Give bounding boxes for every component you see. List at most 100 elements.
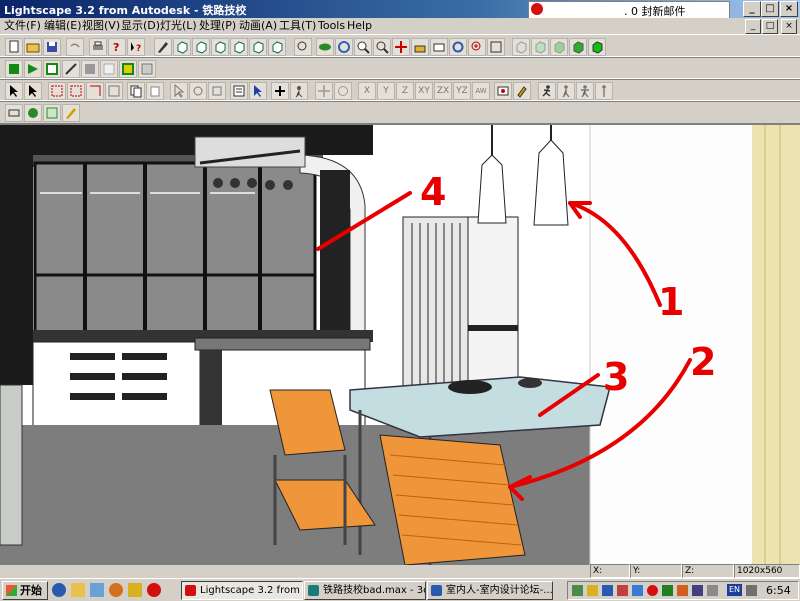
extra-1-icon[interactable] — [5, 104, 23, 122]
menu-light[interactable]: 灯光(L) — [160, 19, 197, 33]
mdi-minimize-button[interactable]: _ — [745, 19, 761, 34]
help-icon[interactable]: ? — [108, 38, 126, 56]
close-button[interactable]: × — [780, 1, 798, 17]
orbit-icon[interactable] — [335, 38, 353, 56]
select-window-icon[interactable] — [48, 82, 66, 100]
mdi-close-button[interactable]: × — [781, 19, 797, 34]
ie-icon[interactable] — [52, 583, 66, 597]
tray-display-icon[interactable] — [602, 585, 613, 596]
figure-stand-icon[interactable] — [595, 82, 613, 100]
menu-view[interactable]: 视图(V) — [82, 19, 120, 33]
camera-icon[interactable] — [430, 38, 448, 56]
layer-1-icon[interactable] — [5, 60, 23, 78]
cube-view-3-icon[interactable] — [211, 38, 229, 56]
tray-mail-icon[interactable] — [647, 585, 658, 596]
paste-icon[interactable] — [146, 82, 164, 100]
layer-8-icon[interactable] — [138, 60, 156, 78]
rotate-icon[interactable] — [449, 38, 467, 56]
cube-view-2-icon[interactable] — [192, 38, 210, 56]
zoom-extents-icon[interactable] — [294, 38, 312, 56]
axis-x-button[interactable]: X — [358, 82, 376, 100]
menu-edit[interactable]: 编辑(E) — [44, 19, 82, 33]
tray-antivirus-icon[interactable] — [617, 585, 628, 596]
figure-walk-icon[interactable] — [557, 82, 575, 100]
scale-icon[interactable] — [208, 82, 226, 100]
menu-file[interactable]: 文件(F) — [4, 19, 41, 33]
layer-2-icon[interactable] — [24, 60, 42, 78]
menu-tools[interactable]: Tools — [318, 19, 345, 33]
cube-view-4-icon[interactable] — [230, 38, 248, 56]
undo-icon[interactable] — [66, 38, 84, 56]
tray-update-icon[interactable] — [662, 585, 673, 596]
tray-speaker-icon[interactable] — [707, 585, 718, 596]
select-plus-icon[interactable] — [24, 82, 42, 100]
select-all-icon[interactable] — [105, 82, 123, 100]
zoom-window-icon[interactable] — [373, 38, 391, 56]
render-4-icon[interactable] — [569, 38, 587, 56]
layer-3-icon[interactable] — [43, 60, 61, 78]
zoom-in-icon[interactable] — [468, 38, 486, 56]
tray-input-icon[interactable] — [632, 585, 643, 596]
paint-icon[interactable] — [513, 82, 531, 100]
zoom-icon[interactable] — [354, 38, 372, 56]
player-icon[interactable] — [109, 583, 123, 597]
menu-animation[interactable]: 动画(A) — [239, 19, 277, 33]
render-3-icon[interactable] — [550, 38, 568, 56]
axis-y-button[interactable]: Y — [377, 82, 395, 100]
mail-icon[interactable] — [147, 583, 161, 597]
print-icon[interactable] — [89, 38, 107, 56]
layer-4-icon[interactable] — [62, 60, 80, 78]
tray-qq-icon[interactable] — [587, 585, 598, 596]
rotate-object-icon[interactable] — [189, 82, 207, 100]
cube-view-6-icon[interactable] — [268, 38, 286, 56]
task-browser[interactable]: 室内人-室内设计论坛-... — [427, 581, 553, 600]
rotate-gizmo-icon[interactable] — [334, 82, 352, 100]
select-crossing-icon[interactable] — [67, 82, 85, 100]
menu-process[interactable]: 处理(P) — [199, 19, 236, 33]
tray-chat-icon[interactable] — [677, 585, 688, 596]
layer-5-icon[interactable] — [81, 60, 99, 78]
language-indicator[interactable]: EN — [727, 584, 742, 596]
axis-zx-button[interactable]: ZX — [434, 82, 452, 100]
pick-icon[interactable] — [249, 82, 267, 100]
maximize-button[interactable]: □ — [761, 1, 779, 17]
start-button[interactable]: 开始 — [2, 581, 48, 600]
minimize-button[interactable]: _ — [743, 1, 761, 17]
move-gizmo-icon[interactable] — [315, 82, 333, 100]
walk-icon[interactable] — [411, 38, 429, 56]
viewport-3d[interactable]: 4 1 3 2 — [0, 124, 800, 565]
axis-yz-button[interactable]: YZ — [453, 82, 471, 100]
save-icon[interactable] — [43, 38, 61, 56]
pan-icon[interactable] — [392, 38, 410, 56]
extra-4-icon[interactable] — [62, 104, 80, 122]
zoom-all-icon[interactable] — [487, 38, 505, 56]
tray-network-icon[interactable] — [572, 585, 583, 596]
tray-volume-icon[interactable] — [746, 585, 757, 596]
axis-aw-button[interactable]: AW — [472, 82, 490, 100]
layer-7-icon[interactable] — [119, 60, 137, 78]
render-2-icon[interactable] — [531, 38, 549, 56]
menu-display[interactable]: 显示(D) — [121, 19, 160, 33]
eye-icon[interactable] — [316, 38, 334, 56]
desktop-icon[interactable] — [90, 583, 104, 597]
menu-tools-cn[interactable]: 工具(T) — [279, 19, 316, 33]
cube-view-1-icon[interactable] — [173, 38, 191, 56]
copy-icon[interactable] — [127, 82, 145, 100]
select-arrow-icon[interactable] — [5, 82, 23, 100]
axis-z-button[interactable]: Z — [396, 82, 414, 100]
task-3dsmax[interactable]: 铁路技校bad.max - 3ds... — [304, 581, 426, 600]
material-icon[interactable] — [494, 82, 512, 100]
menu-help[interactable]: Help — [347, 19, 372, 33]
context-help-icon[interactable]: ? — [127, 38, 145, 56]
select-fence-icon[interactable] — [86, 82, 104, 100]
open-folder-icon[interactable] — [24, 38, 42, 56]
move-icon[interactable] — [170, 82, 188, 100]
draw-icon[interactable] — [154, 38, 172, 56]
axis-xy-button[interactable]: XY — [415, 82, 433, 100]
render-5-icon[interactable] — [588, 38, 606, 56]
render-1-icon[interactable] — [512, 38, 530, 56]
insert-point-icon[interactable] — [271, 82, 289, 100]
walkthrough-icon[interactable] — [290, 82, 308, 100]
figure-jump-icon[interactable] — [576, 82, 594, 100]
clock[interactable]: 6:54 — [766, 582, 791, 599]
